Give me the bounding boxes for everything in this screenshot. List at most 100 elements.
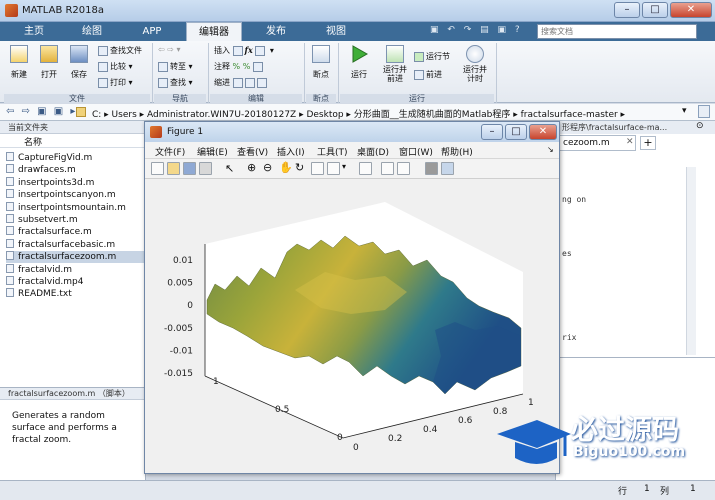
close-button[interactable]: ✕	[670, 2, 712, 18]
insert-button[interactable]: 插入 fx ▾	[214, 45, 274, 56]
run-button[interactable]: 运行	[346, 45, 372, 80]
zoom-out-icon[interactable]: ⊖	[263, 161, 272, 174]
tab-apps[interactable]: APP	[128, 22, 176, 41]
file-group-label: 文件	[4, 94, 150, 103]
run-section-button[interactable]: 运行节	[414, 51, 450, 62]
compare-label: 比较	[110, 62, 126, 71]
comment-button[interactable]: 注释 % %	[214, 61, 265, 72]
colorbar-icon[interactable]	[381, 162, 394, 175]
x-tick-label: 1	[213, 377, 219, 387]
rotate-3d-icon[interactable]: ↻	[295, 161, 304, 174]
find-files-button[interactable]: 查找文件	[98, 45, 142, 56]
file-list-item[interactable]: insertpointscanyon.m	[6, 189, 146, 201]
address-nav-buttons[interactable]: ⇦ ⇨ ▣ ▣ ▸	[6, 106, 77, 117]
edit-group-label: 编辑	[210, 94, 302, 103]
tab-view[interactable]: 视图	[312, 22, 360, 41]
tab-home[interactable]: 主页	[10, 22, 58, 41]
legend-icon[interactable]	[397, 162, 410, 175]
goto-button[interactable]: 转至 ▾	[158, 61, 193, 72]
run-advance-button[interactable]: 运行并 前进	[380, 45, 410, 83]
print-figure-icon[interactable]	[199, 162, 212, 175]
menu-window[interactable]: 窗口(W)	[399, 145, 433, 158]
open-button[interactable]: 打开	[40, 45, 58, 80]
file-list-item[interactable]: README.txt	[6, 288, 146, 300]
file-list-item[interactable]: drawfaces.m	[6, 164, 146, 176]
search-documentation-input[interactable]: 搜索文档	[537, 24, 697, 39]
figure-maximize-button[interactable]: □	[505, 124, 527, 140]
file-icon	[6, 214, 14, 223]
open-label: 打开	[41, 70, 57, 79]
save-label: 保存	[71, 70, 87, 79]
current-folder-panel: 当前文件夹 名称 CaptureFigVid.m drawfaces.m inser…	[0, 121, 146, 387]
search-folder-button[interactable]	[698, 105, 710, 118]
find-icon	[158, 77, 168, 88]
file-list-item[interactable]: fractalsurfacebasic.m	[6, 238, 146, 251]
find-button[interactable]: 查找 ▾	[158, 77, 193, 88]
new-button[interactable]: 新建	[10, 45, 28, 80]
x-tick-label: 0.5	[275, 405, 289, 415]
file-list-item[interactable]: insertpoints3d.m	[6, 176, 146, 189]
quick-access-toolbar[interactable]: ▣ ↶ ↷ ▤ ▣ ?	[430, 25, 530, 38]
link-plot-icon[interactable]	[359, 162, 372, 175]
minimize-button[interactable]: –	[614, 2, 640, 18]
run-section-icon	[414, 51, 424, 62]
menu-desktop[interactable]: 桌面(D)	[357, 145, 389, 158]
file-list-item[interactable]: insertpointsmountain.m	[6, 201, 146, 214]
editor-scrollbar[interactable]	[686, 167, 696, 355]
title-bar: MATLAB R2018a – □ ✕	[0, 0, 715, 22]
show-plot-tools-icon[interactable]	[441, 162, 454, 175]
pointer-icon[interactable]: ↖	[225, 162, 234, 175]
save-figure-icon[interactable]	[183, 162, 196, 175]
data-cursor-icon[interactable]	[311, 162, 324, 175]
breakpoints-button[interactable]: 断点	[310, 45, 332, 80]
print-button[interactable]: 打印 ▾	[98, 77, 133, 88]
file-list-item[interactable]: fractalsurface.m	[6, 226, 146, 238]
menu-view[interactable]: 查看(V)	[237, 145, 268, 158]
figure-close-button[interactable]: ✕	[529, 124, 557, 140]
figure-minimize-button[interactable]: –	[481, 124, 503, 140]
menu-tools[interactable]: 工具(T)	[317, 145, 348, 158]
menu-help[interactable]: 帮助(H)	[441, 145, 473, 158]
editor-panel-menu-icon[interactable]: ⊙	[696, 121, 704, 131]
editor-file-tab[interactable]: cezoom.m	[556, 135, 636, 151]
menu-file[interactable]: 文件(F)	[155, 145, 185, 158]
z-tick-label: 0.005	[167, 279, 193, 289]
close-tab-icon[interactable]: ✕	[626, 137, 634, 147]
file-list-item[interactable]: fractalvid.mp4	[6, 276, 146, 288]
tab-editor[interactable]: 编辑器	[186, 22, 242, 41]
compare-button[interactable]: 比较 ▾	[98, 61, 133, 72]
zoom-in-icon[interactable]: ⊕	[247, 161, 256, 174]
file-list-item[interactable]: fractalsurfacezoom.m	[6, 251, 146, 264]
tab-plots[interactable]: 绘图	[68, 22, 116, 41]
back-forward-buttons[interactable]: ⇦ ⇨ ▾	[158, 45, 181, 54]
file-list-item[interactable]: CaptureFigVid.m	[6, 152, 146, 164]
folder-path[interactable]: C: ▸ Users ▸ Administrator.WIN7U-2018012…	[92, 107, 625, 120]
advance-button[interactable]: 前进	[414, 69, 442, 80]
path-dropdown-icon[interactable]: ▾	[682, 106, 687, 116]
insert-label: 插入	[214, 46, 230, 55]
figure-title-bar[interactable]: Figure 1 – □ ✕	[145, 122, 559, 142]
file-column-header[interactable]: 名称	[0, 135, 146, 148]
save-button[interactable]: 保存	[70, 45, 88, 80]
menu-insert[interactable]: 插入(I)	[277, 145, 305, 158]
file-list-item[interactable]: subsetvert.m	[6, 214, 146, 226]
ribbon-separator	[496, 43, 497, 103]
brush-icon[interactable]	[327, 162, 340, 175]
indent-button[interactable]: 缩进	[214, 77, 269, 88]
new-figure-icon[interactable]	[151, 162, 164, 175]
pan-hand-icon[interactable]: ✋	[279, 161, 293, 174]
brush-dropdown-icon[interactable]: ▾	[342, 162, 346, 171]
file-icon	[6, 288, 14, 298]
tab-publish[interactable]: 发布	[252, 22, 300, 41]
run-and-time-button[interactable]: 运行并 计时	[460, 45, 490, 83]
y-tick-label: 0.2	[388, 434, 402, 444]
menu-edit[interactable]: 编辑(E)	[197, 145, 228, 158]
run-time-label: 运行并 计时	[463, 65, 487, 83]
maximize-button[interactable]: □	[642, 2, 668, 18]
insert-function-icon	[255, 45, 266, 56]
new-tab-button[interactable]: +	[640, 136, 656, 150]
hide-plot-tools-icon[interactable]	[425, 162, 438, 175]
dock-arrow-icon[interactable]: ↘	[547, 145, 554, 154]
open-file-icon[interactable]	[167, 162, 180, 175]
file-list-item[interactable]: fractalvid.m	[6, 263, 146, 276]
